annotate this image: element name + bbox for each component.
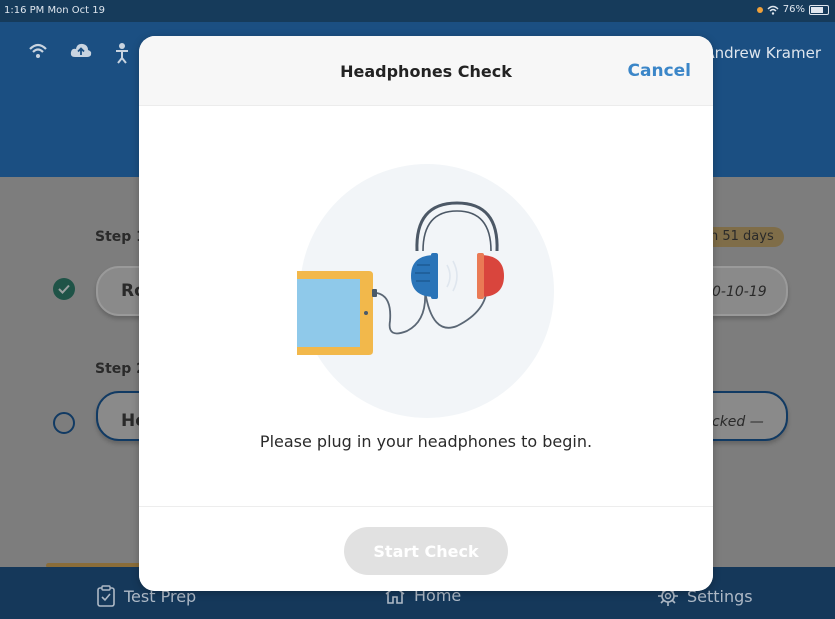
battery-percent: 76%: [782, 4, 805, 15]
start-check-button[interactable]: Start Check: [344, 527, 508, 575]
clipboard-icon: [97, 585, 115, 607]
modal-header: Headphones Check Cancel: [139, 36, 713, 106]
step-2-item-status: cked —: [712, 414, 764, 430]
person-icon[interactable]: [114, 42, 130, 64]
headphones-check-modal: Headphones Check Cancel Please plug in y…: [139, 36, 713, 591]
wifi-icon[interactable]: [28, 42, 48, 60]
status-indicators: 76%: [756, 4, 829, 15]
cancel-button[interactable]: Cancel: [628, 61, 691, 81]
tablet-icon: [297, 271, 377, 355]
modal-message: Please plug in your headphones to begin.: [259, 432, 593, 451]
cloud-upload-icon[interactable]: [70, 42, 92, 60]
status-time: 1:16 PM Mon Oct 19: [4, 5, 105, 16]
step-1-check-icon[interactable]: [53, 278, 75, 300]
headphones-illustration: [297, 164, 554, 418]
status-bar: 1:16 PM Mon Oct 19 76%: [0, 0, 835, 22]
wifi-status-icon: [767, 5, 779, 15]
user-name: Andrew Kramer: [704, 44, 821, 62]
step-2-radio[interactable]: [53, 412, 75, 434]
modal-footer: Start Check: [139, 506, 713, 591]
step-1-item-date: 0-10-19: [712, 284, 767, 300]
recording-dot-icon: [756, 6, 763, 13]
battery-icon: [809, 4, 829, 15]
